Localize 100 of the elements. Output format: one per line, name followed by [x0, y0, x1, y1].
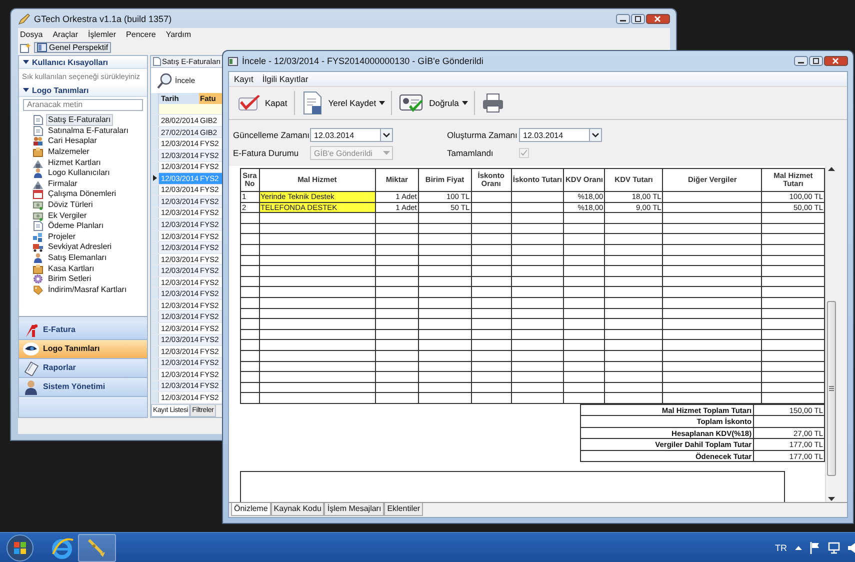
search-field[interactable]: Aranacak metin [23, 99, 143, 111]
field-label: Tamamlandı [447, 148, 494, 158]
date-field[interactable]: 12.03.2014 [519, 128, 602, 142]
down-arrow-icon[interactable] [828, 496, 835, 502]
chevron-icon [383, 150, 390, 156]
printer-icon [482, 93, 504, 113]
tree-item[interactable]: Sevkiyat Adresleri [46, 242, 114, 252]
expand-arrow-icon[interactable] [23, 60, 29, 64]
id-card-icon [399, 92, 426, 114]
tree-item[interactable]: Birim Setleri [46, 274, 94, 284]
box-icon [33, 147, 43, 158]
close-button[interactable] [824, 56, 848, 66]
network-icon[interactable] [828, 542, 840, 554]
tree-item[interactable]: Projeler [46, 232, 78, 242]
building-icon [33, 158, 43, 168]
banknote-icon [33, 200, 43, 210]
taskbar-button[interactable] [78, 534, 116, 562]
tree-item[interactable]: Hizmet Kartları [46, 158, 103, 168]
tree-item[interactable]: Ek Vergiler [46, 210, 89, 221]
field-label: Oluşturma Zamanı [447, 130, 518, 140]
nav-button[interactable]: Raporlar [19, 358, 147, 378]
tree-item[interactable]: Firmalar [46, 178, 80, 189]
maximize-button[interactable] [809, 56, 823, 66]
tree-item[interactable]: Döviz Türleri [46, 200, 95, 210]
window-title: İncele - 12/03/2014 - FYS2014000000130 - GİB'e Gönderildi [242, 56, 484, 66]
menu-item[interactable]: Pencere [126, 30, 156, 38]
row-header[interactable] [151, 173, 159, 184]
tree-item[interactable]: Logo Kullanıcıları [46, 168, 112, 178]
tab[interactable]: Eklentiler [384, 503, 424, 516]
menu-item[interactable]: İlgili Kayıtlar [262, 74, 308, 84]
expand-arrow-icon[interactable] [23, 88, 29, 92]
caret-icon [379, 101, 386, 105]
document-icon [33, 126, 43, 136]
banknote-icon [33, 210, 43, 221]
dropdown-field: GİB'e Gönderildi [310, 146, 393, 160]
caret-icon [462, 101, 468, 105]
eye-icon [23, 340, 39, 357]
date-field[interactable]: 12.03.2014 [310, 128, 393, 142]
menu-item[interactable]: Kayıt [234, 74, 254, 84]
checkmark-icon [237, 93, 261, 113]
truck-icon [33, 242, 43, 252]
browser-icon[interactable] [50, 536, 74, 560]
minimize-button[interactable] [794, 56, 808, 66]
menu-item[interactable]: Yardım [166, 30, 192, 38]
magnifier-icon [157, 72, 173, 89]
field-label: Güncelleme Zamanı [233, 130, 310, 140]
tree-item[interactable]: Kasa Kartları [46, 264, 96, 274]
calendar-icon [33, 189, 43, 200]
nav-button[interactable]: Sistem Yönetimi [19, 378, 147, 397]
tag-icon [33, 284, 43, 295]
section-header[interactable]: Logo Tanımları [19, 84, 147, 97]
field-label: E-Fatura Durumu [233, 148, 300, 158]
window-title: GTech Orkestra v1.1a (build 1357) [34, 14, 172, 24]
minimize-button[interactable] [616, 14, 630, 24]
maximize-button[interactable] [631, 14, 645, 24]
tree-item[interactable]: Satış Elemanları [46, 253, 109, 264]
tree-item[interactable]: Cari Hesaplar [46, 136, 99, 146]
person-icon [33, 168, 43, 178]
building-icon [33, 178, 43, 189]
tab[interactable]: Önizleme [231, 503, 271, 516]
gear-icon [33, 274, 43, 284]
section-header[interactable]: Kullanıcı Kısayolları [19, 56, 147, 69]
menu-item[interactable]: Dosya [20, 30, 43, 38]
new-window-icon[interactable] [20, 42, 31, 52]
start-button[interactable] [6, 534, 34, 562]
nav-button[interactable]: Logo Tanımları [19, 340, 147, 359]
people-icon [33, 136, 43, 146]
window-icon [228, 56, 238, 66]
chevron-icon [592, 132, 599, 138]
nav-button[interactable]: E-Fatura [19, 320, 147, 340]
menu-item[interactable]: Araçlar [52, 30, 78, 38]
tab[interactable]: Kaynak Kodu [270, 503, 324, 516]
speaker-icon[interactable] [848, 542, 855, 554]
close-button[interactable] [646, 14, 670, 24]
person-icon [23, 378, 39, 395]
language-indicator[interactable]: TR [775, 542, 787, 552]
row-pointer-icon [152, 175, 156, 182]
tree-item[interactable]: Satış E-Faturaları [46, 114, 113, 126]
tab[interactable]: İşlem Mesajları [324, 503, 384, 516]
up-arrow-icon[interactable] [828, 166, 835, 172]
window-layout-icon [37, 43, 47, 52]
trumpet-icon [86, 536, 108, 558]
tree-item[interactable]: Satınalma E-Faturaları [46, 126, 130, 136]
clipboard-icon [23, 360, 39, 376]
tree-item[interactable]: Çalışma Dönemleri [46, 189, 118, 200]
document-icon [33, 115, 43, 126]
flag-icon[interactable] [810, 542, 820, 554]
person-icon [33, 253, 43, 264]
box-icon [33, 264, 43, 274]
tree-item[interactable]: Ödeme Planları [46, 221, 106, 232]
menu-item[interactable]: İşlemler [88, 30, 116, 38]
close-button[interactable]: Kapat [233, 89, 292, 117]
perspective-button[interactable]: Genel Perspektif [34, 42, 112, 53]
tree-item[interactable]: Malzemeler [46, 147, 92, 158]
tree-item[interactable]: İndirim/Masraf Kartları [46, 284, 129, 295]
save-button[interactable]: Yerel Kaydet [298, 89, 376, 117]
verify-button[interactable]: Doğrula [395, 89, 459, 117]
up-arrow-icon[interactable] [795, 545, 802, 550]
scrollbar[interactable] [825, 166, 837, 502]
pencil-icon [18, 12, 30, 24]
